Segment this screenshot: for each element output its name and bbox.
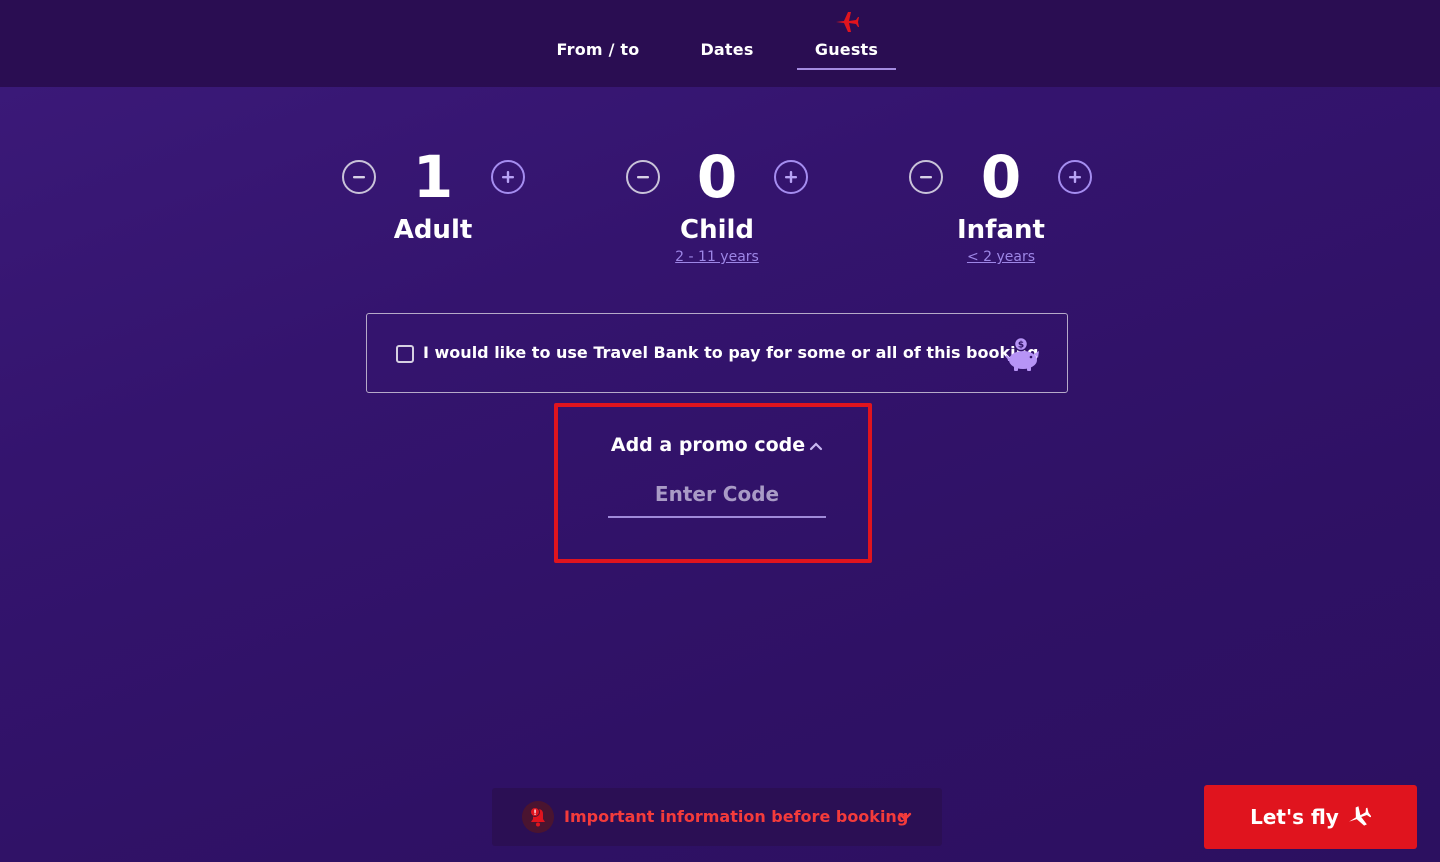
travel-bank-checkbox[interactable] <box>396 345 414 363</box>
chevron-down-icon <box>898 812 912 821</box>
promo-code-input[interactable] <box>608 472 826 518</box>
lets-fly-label: Let's fly <box>1250 805 1339 829</box>
child-age-link[interactable]: 2 - 11 years <box>617 249 817 265</box>
child-label: Child <box>679 215 755 245</box>
tab-from-to[interactable]: From / to <box>548 40 648 70</box>
plane-icon <box>1348 806 1371 826</box>
infant-label: Infant <box>957 215 1045 245</box>
promo-toggle[interactable]: Add a promo code <box>560 434 874 456</box>
svg-text:$: $ <box>1018 341 1024 351</box>
child-increment-button[interactable] <box>774 160 808 194</box>
lets-fly-button[interactable]: Let's fly <box>1204 785 1417 849</box>
infant-increment-button[interactable] <box>1058 160 1092 194</box>
tab-guests[interactable]: Guests <box>797 40 896 70</box>
important-info-label: Important information before booking <box>564 807 909 826</box>
tab-dates[interactable]: Dates <box>686 40 768 70</box>
adult-label: Adult <box>393 215 473 245</box>
travel-bank-label[interactable]: I would like to use Travel Bank to pay f… <box>423 343 1038 362</box>
bell-alert-icon <box>522 801 554 833</box>
promo-title: Add a promo code <box>610 434 806 456</box>
plane-icon <box>836 12 859 32</box>
important-info-toggle[interactable]: Important information before booking <box>492 788 942 846</box>
top-nav: From / to Dates Guests <box>0 0 1440 87</box>
adult-increment-button[interactable] <box>491 160 525 194</box>
plus-icon <box>502 171 514 183</box>
travel-bank-option: I would like to use Travel Bank to pay f… <box>366 313 1068 393</box>
piggy-bank-icon: $ <box>1005 336 1039 371</box>
infant-age-link[interactable]: < 2 years <box>901 249 1101 265</box>
plus-icon <box>1069 171 1081 183</box>
chevron-up-icon <box>810 441 823 450</box>
plus-icon <box>785 171 797 183</box>
